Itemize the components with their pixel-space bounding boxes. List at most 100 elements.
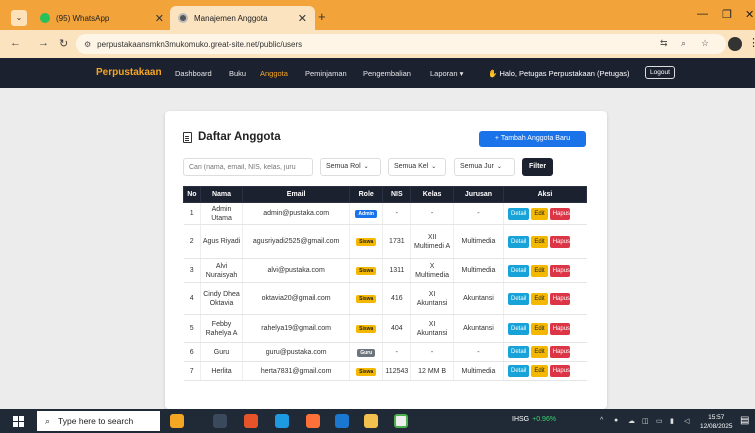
delete-button[interactable]: Hapus — [549, 365, 570, 377]
cell-no: 7 — [183, 361, 201, 381]
delete-button[interactable]: Hapus — [549, 292, 570, 305]
translate-icon[interactable]: ⇆ — [660, 38, 668, 49]
logout-button[interactable]: Logout — [645, 66, 675, 79]
zoom-icon[interactable]: ⌕ — [681, 38, 686, 49]
cell-role: Siswa — [349, 282, 384, 315]
search-icon: ⌕ — [45, 415, 51, 426]
detail-button[interactable]: Detail — [508, 235, 530, 248]
edit-button[interactable]: Edit — [531, 292, 548, 305]
tray-chevron-up-icon[interactable]: ^ — [600, 417, 603, 424]
reload-icon[interactable]: ↻ — [59, 37, 68, 50]
chrome-icon[interactable] — [394, 414, 408, 428]
browser-menu-icon[interactable]: ⋮ — [748, 36, 755, 49]
delete-button[interactable]: Hapus — [549, 346, 570, 358]
minimize-icon[interactable]: — — [697, 8, 708, 20]
edit-button[interactable]: Edit — [531, 264, 548, 277]
role-filter-value: Semua Rol — [326, 163, 361, 170]
tray-network-icon[interactable]: ◫ — [642, 417, 649, 425]
delete-button[interactable]: Hapus — [549, 322, 570, 335]
delete-button[interactable]: Hapus — [549, 207, 570, 220]
office-app-icon[interactable] — [244, 414, 258, 428]
table-header-row: No Nama Email Role NIS Kelas Jurusan Aks… — [183, 186, 587, 203]
cell-kelas: XII Multimedi A — [410, 224, 454, 259]
nav-pengembalian[interactable]: Pengembalian — [363, 69, 411, 78]
class-filter-select[interactable]: Semua Kel ⌄ — [388, 158, 446, 176]
nav-anggota[interactable]: Anggota — [260, 69, 288, 78]
major-filter-select[interactable]: Semua Jur ⌄ — [454, 158, 515, 176]
brand-logo[interactable]: Perpustakaan — [96, 67, 162, 78]
profile-avatar[interactable] — [728, 37, 742, 51]
search-input[interactable] — [183, 158, 313, 176]
edit-button[interactable]: Edit — [531, 346, 548, 358]
tab-manajemen-anggota[interactable]: Manajemen Anggota ✕ — [170, 6, 315, 30]
cell-kelas: - — [410, 202, 454, 225]
edit-button[interactable]: Edit — [531, 365, 548, 377]
detail-button[interactable]: Detail — [508, 322, 530, 335]
clock-date: 12/08/2025 — [700, 423, 733, 430]
detail-button[interactable]: Detail — [508, 264, 530, 277]
ticker-change: +0.96% — [532, 416, 557, 423]
notification-center-icon[interactable]: ▤ — [740, 415, 749, 426]
battery-icon[interactable]: ▮ — [670, 417, 674, 425]
detail-button[interactable]: Detail — [508, 292, 530, 305]
edit-button[interactable]: Edit — [531, 322, 548, 335]
cell-jurusan: - — [453, 202, 505, 225]
cell-kelas: - — [410, 342, 454, 362]
close-window-icon[interactable]: ✕ — [745, 8, 754, 21]
forward-icon[interactable]: → — [38, 37, 49, 49]
stock-ticker-widget[interactable]: IHSG +0.96% — [512, 416, 556, 423]
close-tab-icon[interactable]: ✕ — [298, 12, 307, 25]
cell-nis: 1311 — [382, 258, 412, 283]
bookmark-star-icon[interactable]: ☆ — [701, 38, 709, 49]
edge-browser-icon[interactable] — [275, 414, 289, 428]
cell-email: rahelya19@gmail.com — [242, 314, 350, 343]
add-member-button[interactable]: + Tambah Anggota Baru — [479, 131, 586, 147]
windows-start-icon[interactable] — [13, 416, 24, 427]
restore-icon[interactable]: ❐ — [722, 8, 732, 21]
file-explorer-icon[interactable] — [364, 414, 378, 428]
new-tab-icon[interactable]: + — [318, 9, 326, 24]
role-filter-select[interactable]: Semua Rol ⌄ — [320, 158, 381, 176]
address-bar-row: ← → ↻ ⚙ perpustakaansmkn3mukomuko.great-… — [0, 30, 755, 58]
edit-button[interactable]: Edit — [531, 207, 548, 220]
cell-no: 3 — [183, 258, 201, 283]
task-view-icon[interactable] — [213, 414, 227, 428]
system-clock[interactable]: 15:57 12/08/2025 — [700, 413, 733, 431]
cell-aksi: Detail Edit Hapus — [503, 224, 587, 259]
detail-button[interactable]: Detail — [508, 365, 530, 377]
cell-jurusan: - — [453, 342, 505, 362]
edit-button[interactable]: Edit — [531, 235, 548, 248]
detail-button[interactable]: Detail — [508, 346, 530, 358]
taskbar-search-placeholder: Type here to search — [58, 416, 134, 426]
sparkle-app-icon[interactable] — [170, 414, 184, 428]
nav-laporan-dropdown[interactable]: Laporan ▾ — [430, 69, 463, 78]
app-store-icon[interactable] — [335, 414, 349, 428]
close-tab-icon[interactable]: ✕ — [155, 12, 164, 25]
cell-no: 4 — [183, 282, 201, 315]
cell-email: herta7831@gmail.com — [242, 361, 350, 381]
nav-buku[interactable]: Buku — [229, 69, 246, 78]
delete-button[interactable]: Hapus — [549, 235, 570, 248]
volume-icon[interactable]: ◁ — [684, 417, 689, 425]
delete-button[interactable]: Hapus — [549, 264, 570, 277]
taskbar-search-box[interactable]: ⌕ Type here to search — [37, 411, 160, 431]
filter-button[interactable]: Filter — [522, 158, 553, 176]
nav-peminjaman[interactable]: Peminjaman — [305, 69, 347, 78]
cell-aksi: Detail Edit Hapus — [503, 282, 587, 315]
url-field[interactable]: ⚙ perpustakaansmkn3mukomuko.great-site.n… — [76, 34, 726, 54]
cell-nama: Cindy Dhea Oktavia — [200, 282, 244, 315]
tab-search-icon[interactable]: ⌄ — [11, 10, 27, 26]
cell-nama: Febby Rahelya A — [200, 314, 244, 343]
nav-dashboard[interactable]: Dashboard — [175, 69, 212, 78]
back-icon[interactable]: ← — [10, 37, 21, 49]
firefox-icon[interactable] — [306, 414, 320, 428]
tray-display-icon[interactable]: ▭ — [656, 417, 663, 425]
detail-button[interactable]: Detail — [508, 207, 530, 220]
col-aksi: Aksi — [503, 186, 587, 203]
cell-kelas: XI Akuntansi — [410, 282, 454, 315]
user-greeting: ✋ Halo, Petugas Perpustakaan (Petugas) — [488, 69, 630, 78]
tray-onedrive-icon[interactable]: ☁ — [628, 417, 635, 425]
tray-app-icon[interactable]: ● — [614, 417, 618, 424]
tab-whatsapp[interactable]: (95) WhatsApp ✕ — [32, 6, 172, 30]
site-info-icon[interactable]: ⚙ — [84, 40, 91, 49]
